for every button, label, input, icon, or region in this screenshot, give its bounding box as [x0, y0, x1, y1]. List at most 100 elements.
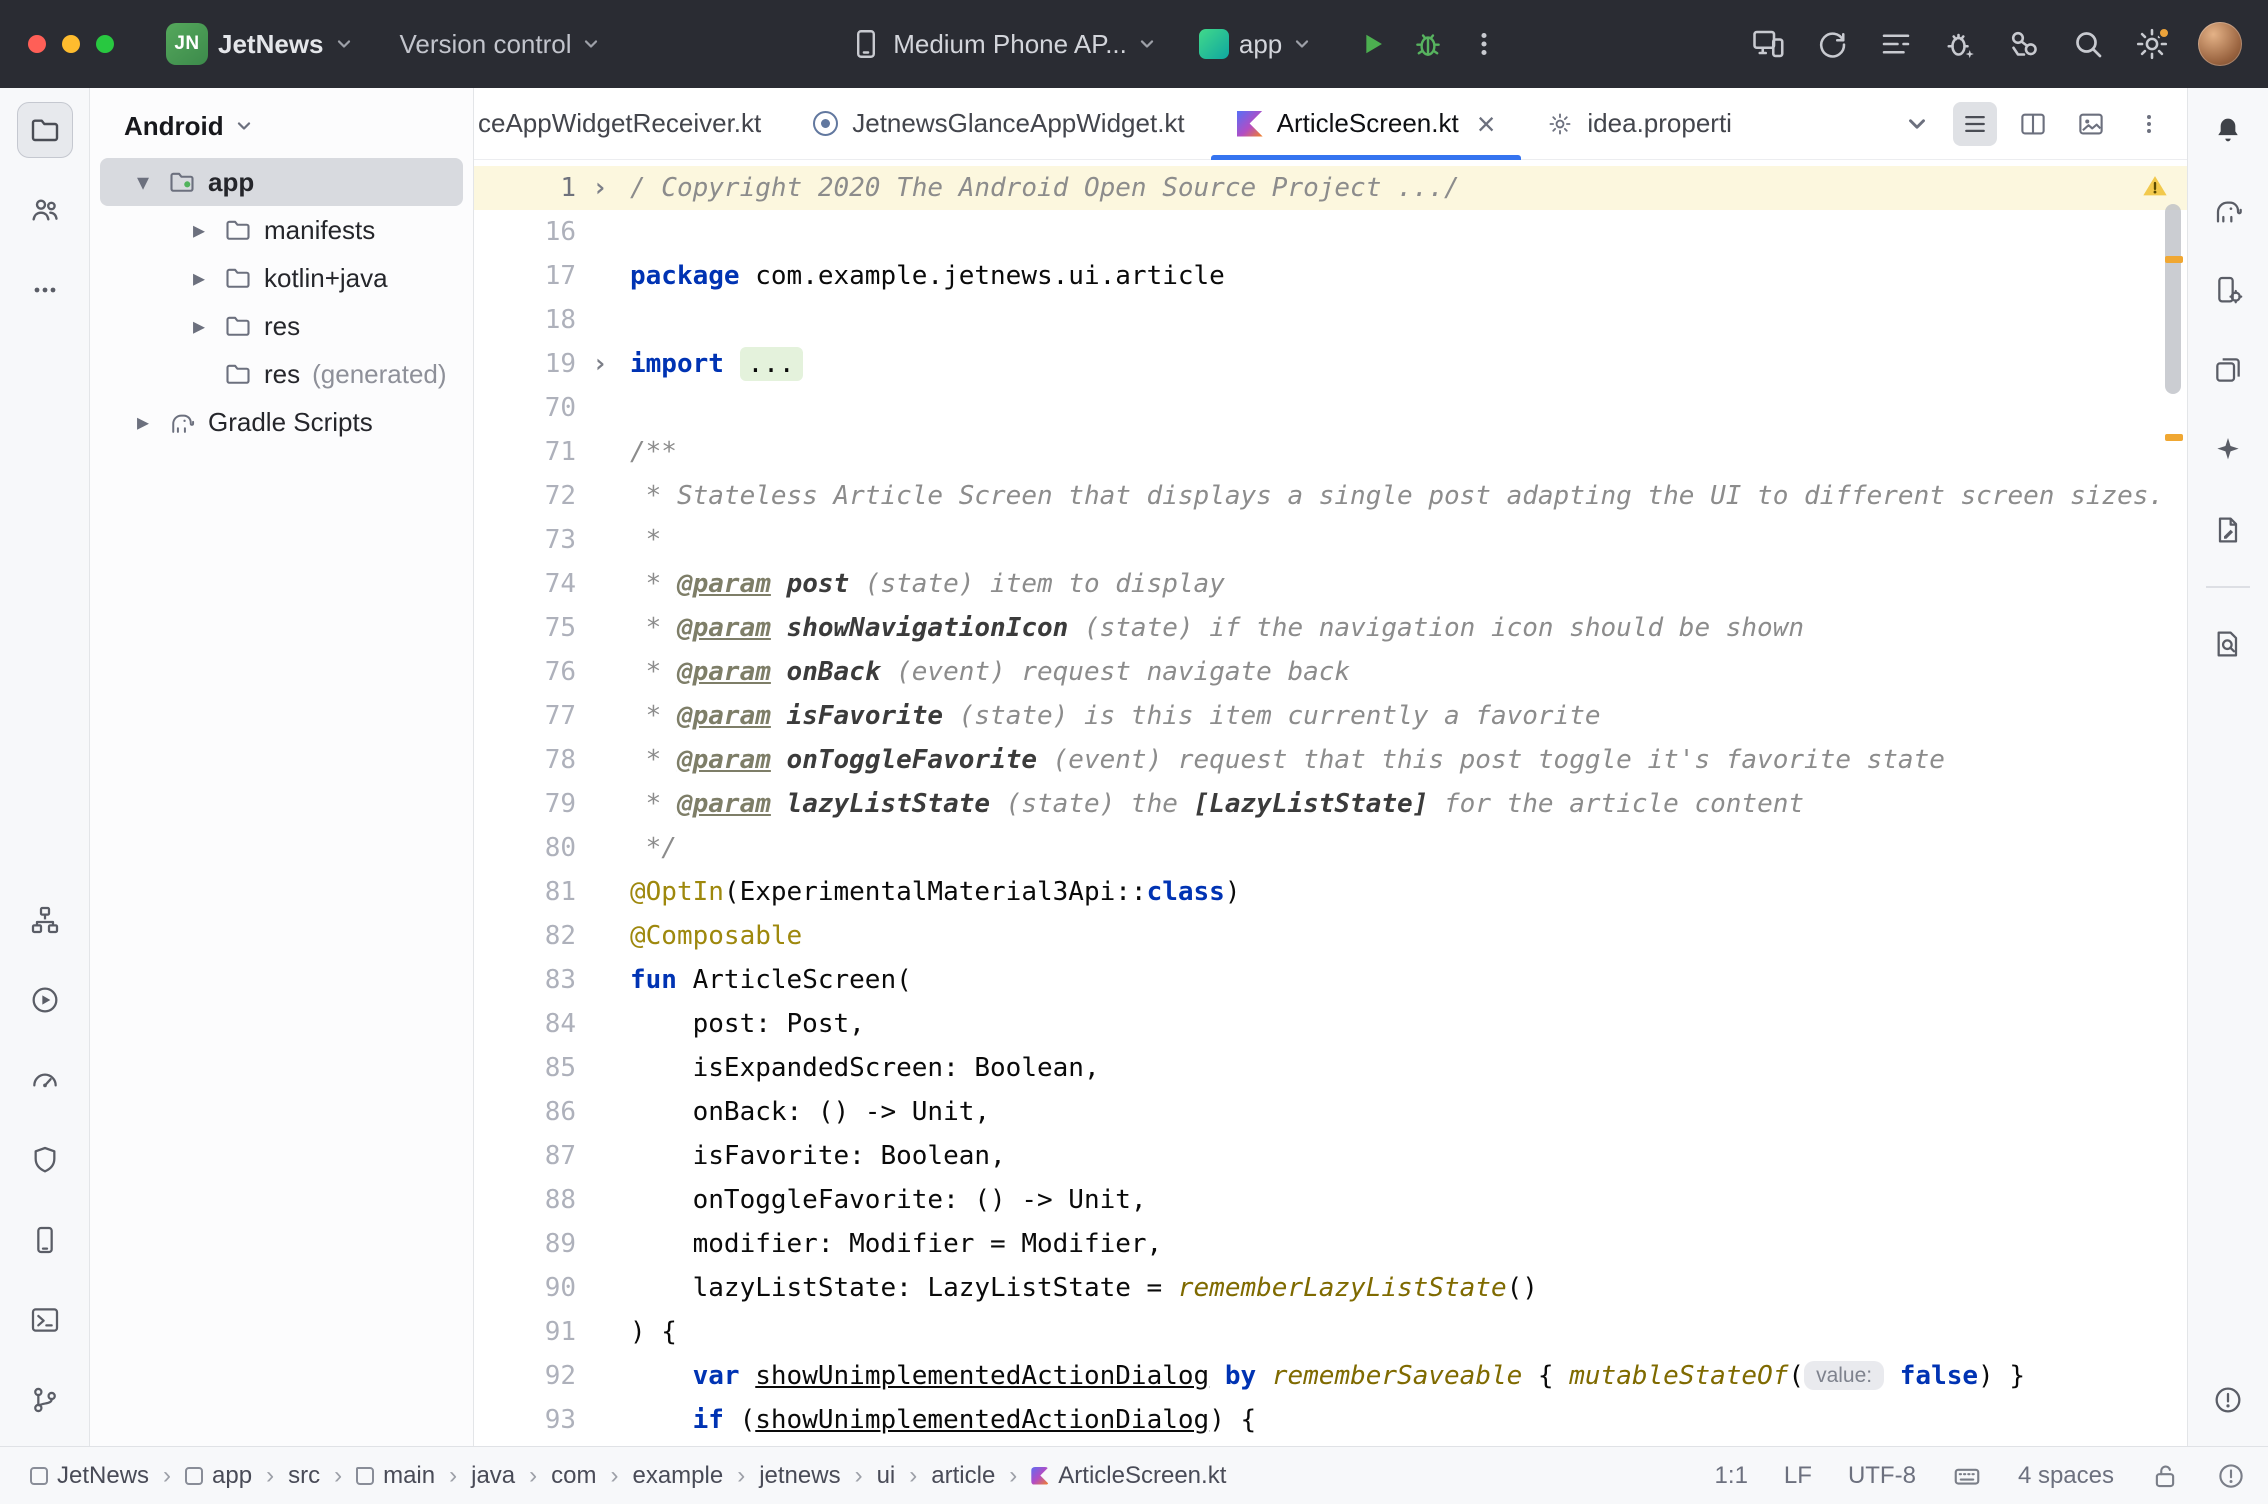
tree-item-gradle-scripts[interactable]: Gradle Scripts	[100, 398, 463, 446]
search-everywhere-button[interactable]	[2070, 26, 2106, 62]
editor-list-view-button[interactable]	[1953, 102, 1997, 146]
line-separator-widget[interactable]: LF	[1784, 1462, 1812, 1490]
gradle-sync-button[interactable]	[1814, 26, 1850, 62]
tab-article-screen[interactable]: ArticleScreen.kt	[1211, 88, 1522, 159]
expand-collapse-icon[interactable]	[186, 264, 212, 293]
find-in-file-button[interactable]	[2200, 616, 2256, 672]
encoding-widget[interactable]: UTF-8	[1848, 1462, 1916, 1490]
device-mirroring-button[interactable]	[1750, 26, 1786, 62]
read-only-toggle[interactable]	[2150, 1461, 2180, 1491]
code-editor[interactable]: 1/ Copyright 2020 The Android Open Sourc…	[474, 160, 2187, 1446]
code-line[interactable]: 19import ...	[474, 342, 2187, 386]
code-line[interactable]: 87 isFavorite: Boolean,	[474, 1134, 2187, 1178]
project-view-selector[interactable]: Android	[90, 98, 473, 154]
tab-list-button[interactable]	[1895, 102, 1939, 146]
code-line[interactable]: 80 */	[474, 826, 2187, 870]
more-actions-button[interactable]	[1466, 26, 1502, 62]
gemini-button[interactable]	[2006, 26, 2042, 62]
editor-scrollbar[interactable]	[2165, 204, 2181, 804]
tree-item-kotlin-java[interactable]: kotlin+java	[100, 254, 463, 302]
more-tool-windows-button[interactable]	[17, 262, 73, 318]
breadcrumb-item[interactable]: app	[185, 1462, 252, 1490]
breadcrumb-item[interactable]: ArticleScreen.kt	[1031, 1462, 1226, 1490]
inspections-warning-widget[interactable]	[2141, 172, 2169, 200]
split-editor-button[interactable]	[2011, 102, 2055, 146]
problems-button[interactable]	[2200, 1372, 2256, 1428]
tree-item-res-generated[interactable]: res (generated)	[100, 350, 463, 398]
project-tool-button[interactable]	[17, 102, 73, 158]
settings-button[interactable]	[2134, 26, 2170, 62]
code-line[interactable]: 93 if (showUnimplementedActionDialog) {	[474, 1398, 2187, 1442]
code-line[interactable]: 91) {	[474, 1310, 2187, 1354]
code-line[interactable]: 85 isExpandedScreen: Boolean,	[474, 1046, 2187, 1090]
gradle-button[interactable]	[2200, 182, 2256, 238]
code-line[interactable]: 1/ Copyright 2020 The Android Open Sourc…	[474, 166, 2187, 210]
profiler-button[interactable]	[1878, 26, 1914, 62]
keyboard-widget[interactable]	[1952, 1461, 1982, 1491]
tree-item-res[interactable]: res	[100, 302, 463, 350]
code-line[interactable]: 71/**	[474, 430, 2187, 474]
run-button[interactable]	[1354, 26, 1390, 62]
fold-arrow-icon[interactable]	[576, 342, 624, 386]
close-window-button[interactable]	[28, 35, 46, 53]
code-line[interactable]: 81@OptIn(ExperimentalMaterial3Api::class…	[474, 870, 2187, 914]
ide-error-indicator[interactable]	[2216, 1461, 2246, 1491]
running-devices-button[interactable]	[2200, 342, 2256, 398]
expand-collapse-icon[interactable]	[186, 312, 212, 341]
caret-position-widget[interactable]: 1:1	[1715, 1462, 1748, 1490]
breadcrumb-item[interactable]: article	[931, 1462, 995, 1490]
code-line[interactable]: 73 *	[474, 518, 2187, 562]
terminal-tool-button[interactable]	[17, 1292, 73, 1348]
code-line[interactable]: 72 * Stateless Article Screen that displ…	[474, 474, 2187, 518]
breadcrumb-item[interactable]: com	[551, 1462, 596, 1490]
vcs-widget[interactable]: Version control	[400, 29, 602, 60]
code-line[interactable]: 70	[474, 386, 2187, 430]
device-manager-button[interactable]	[2200, 262, 2256, 318]
version-control-tool-button[interactable]	[17, 1372, 73, 1428]
breadcrumb-item[interactable]: JetNews	[30, 1462, 149, 1490]
expand-collapse-icon[interactable]	[130, 168, 156, 197]
app-quality-insights-button[interactable]	[1942, 26, 1978, 62]
breadcrumb-item[interactable]: src	[288, 1462, 320, 1490]
tree-item-manifests[interactable]: manifests	[100, 206, 463, 254]
indent-widget[interactable]: 4 spaces	[2018, 1462, 2114, 1490]
device-selector[interactable]: Medium Phone AP...	[849, 27, 1157, 61]
running-devices-tool-button[interactable]	[17, 1212, 73, 1268]
breadcrumb-item[interactable]: jetnews	[759, 1462, 840, 1490]
code-line[interactable]: 82@Composable	[474, 914, 2187, 958]
expand-collapse-icon[interactable]	[130, 408, 156, 437]
gemini-panel-button[interactable]	[2200, 422, 2256, 478]
breadcrumb-item[interactable]: example	[632, 1462, 723, 1490]
code-line[interactable]: 79 * @param lazyListState (state) the [L…	[474, 782, 2187, 826]
code-line[interactable]: 16	[474, 210, 2187, 254]
code-line[interactable]: 92 var showUnimplementedActionDialog by …	[474, 1354, 2187, 1398]
code-line[interactable]: 17package com.example.jetnews.ui.article	[474, 254, 2187, 298]
expand-collapse-icon[interactable]	[186, 216, 212, 245]
code-line[interactable]: 90 lazyListState: LazyListState = rememb…	[474, 1266, 2187, 1310]
build-variants-tool-button[interactable]	[17, 892, 73, 948]
document-edit-button[interactable]	[2200, 502, 2256, 558]
fullscreen-window-button[interactable]	[96, 35, 114, 53]
run-config-selector[interactable]: app	[1199, 29, 1312, 60]
code-line[interactable]: 89 modifier: Modifier = Modifier,	[474, 1222, 2187, 1266]
code-line[interactable]: 88 onToggleFavorite: () -> Unit,	[474, 1178, 2187, 1222]
app-inspection-tool-button[interactable]	[17, 1132, 73, 1188]
breadcrumb-item[interactable]: ui	[877, 1462, 896, 1490]
profiler-tool-button[interactable]	[17, 1052, 73, 1108]
breadcrumb-item[interactable]: java	[471, 1462, 515, 1490]
warning-stripe-mark[interactable]	[2165, 256, 2183, 263]
editor-options-button[interactable]	[2127, 102, 2171, 146]
code-line[interactable]: 78 * @param onToggleFavorite (event) req…	[474, 738, 2187, 782]
commit-tool-button[interactable]	[17, 182, 73, 238]
debug-button[interactable]	[1410, 26, 1446, 62]
code-line[interactable]: 86 onBack: () -> Unit,	[474, 1090, 2187, 1134]
project-widget[interactable]: JN JetNews	[166, 23, 354, 65]
notifications-button[interactable]	[2200, 102, 2256, 158]
tab-glance-app-widget-receiver[interactable]: ceAppWidgetReceiver.kt	[474, 88, 787, 159]
scrollbar-thumb[interactable]	[2165, 204, 2181, 394]
tab-jetnews-glance-app-widget[interactable]: JetnewsGlanceAppWidget.kt	[787, 88, 1210, 159]
code-line[interactable]: 75 * @param showNavigationIcon (state) i…	[474, 606, 2187, 650]
run-tool-button[interactable]	[17, 972, 73, 1028]
code-line[interactable]: 83fun ArticleScreen(	[474, 958, 2187, 1002]
code-line[interactable]: 84 post: Post,	[474, 1002, 2187, 1046]
